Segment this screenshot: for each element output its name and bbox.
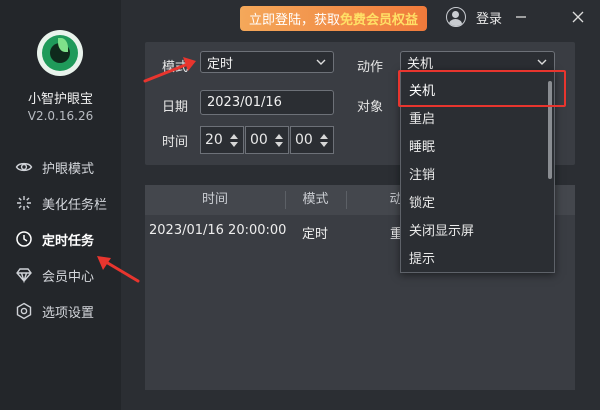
date-label: 日期 [162,100,189,115]
stepper-arrows-icon[interactable] [229,133,239,147]
sidebar-item-label: 会员中心 [42,269,95,285]
hour-value: 20 [205,132,223,148]
login-button[interactable]: 登录 [476,8,502,27]
sidebar-item-scheduled-task[interactable]: 定时任务 [0,221,121,257]
close-icon[interactable] [567,6,589,28]
mode-select[interactable]: 定时 [200,51,334,73]
target-label: 对象 [357,100,384,115]
diamond-icon [16,268,32,284]
stepper-arrows-icon[interactable] [274,133,284,147]
banner-highlight: 免费会员权益 [340,13,419,28]
sidebar-item-label: 美化任务栏 [42,197,108,213]
dropdown-option-lock[interactable]: 锁定 [401,190,546,218]
column-header-mode: 模式 [302,192,329,207]
sidebar-item-label: 护眼模式 [42,161,95,177]
action-label: 动作 [357,60,384,75]
date-input[interactable]: 2023/01/16 [200,90,334,115]
clock-icon [16,231,32,247]
eye-icon [15,162,33,172]
gear-icon [16,302,32,320]
app-version: V2.0.16.26 [27,109,94,123]
table-cell-time[interactable]: 2023/01/16 20:00:00 [149,223,286,238]
hour-stepper[interactable]: 20 [200,126,244,154]
dropdown-option-restart[interactable]: 重启 [401,106,546,134]
time-label: 时间 [162,135,189,150]
dropdown-option-notify[interactable]: 提示 [401,246,546,272]
app-logo-icon [37,30,83,76]
sparkle-icon [17,196,31,210]
minute-value: 00 [250,132,268,148]
sidebar-item-settings[interactable]: 选项设置 [0,293,121,329]
stepper-arrows-icon[interactable] [319,133,329,147]
app-name: 小智护眼宝 [27,92,93,107]
sidebar-item-taskbar[interactable]: 美化任务栏 [0,185,121,221]
annotation-highlight-box [398,70,566,107]
mode-label: 模式 [162,60,189,75]
chevron-down-icon [316,59,326,65]
sidebar: 小智护眼宝 V2.0.16.26 护眼模式 美化任务栏 定时任务 会员中心 选项… [0,0,121,410]
column-header-time: 时间 [201,192,228,207]
dropdown-option-logoff[interactable]: 注销 [401,162,546,190]
banner-text: 立即登陆，获取 [248,13,340,28]
dropdown-option-display-off[interactable]: 关闭显示屏 [401,218,546,246]
mode-value: 定时 [207,56,234,72]
sidebar-item-eye-mode[interactable]: 护眼模式 [0,149,121,185]
chevron-down-icon [537,59,547,65]
second-value: 00 [295,132,313,148]
sidebar-item-member-center[interactable]: 会员中心 [0,257,121,293]
minute-stepper[interactable]: 00 [245,126,289,154]
sidebar-item-label: 定时任务 [42,233,95,249]
sidebar-item-label: 选项设置 [42,305,95,321]
action-value: 关机 [407,56,434,72]
second-stepper[interactable]: 00 [290,126,334,154]
vip-promo-button[interactable]: 立即登陆，获取 免费会员权益 [240,6,427,31]
table-cell-mode[interactable]: 定时 [302,223,328,242]
user-icon[interactable] [446,7,466,27]
dropdown-option-sleep[interactable]: 睡眠 [401,134,546,162]
minimize-icon[interactable] [510,6,532,28]
date-value: 2023/01/16 [207,95,282,110]
